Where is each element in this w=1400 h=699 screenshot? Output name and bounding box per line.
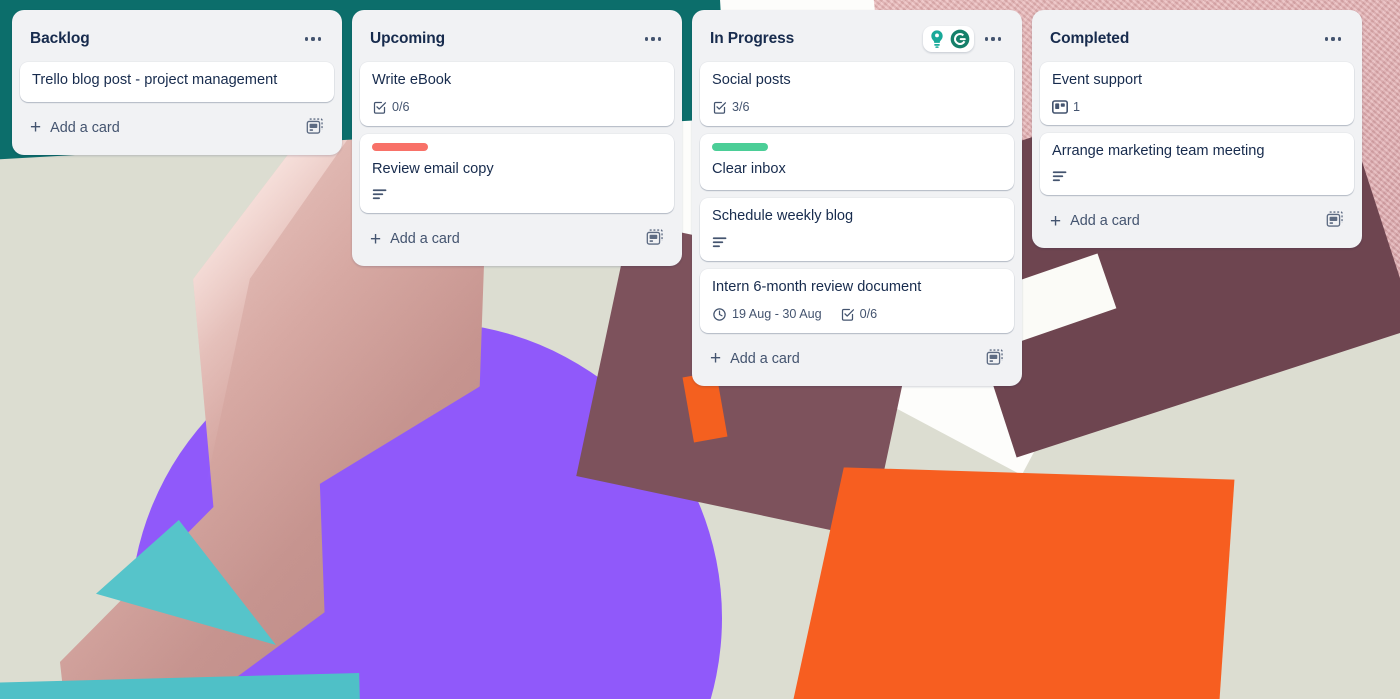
badge-text: 19 Aug - 30 Aug: [732, 307, 822, 322]
card-badges: 1: [1052, 100, 1342, 114]
badge-text: 3/6: [732, 100, 750, 115]
list-header: Completed: [1040, 18, 1354, 62]
badge-checklist: 0/6: [840, 307, 878, 322]
card-list: Write eBook 0/6 Review email copy: [360, 62, 674, 214]
card-template-icon[interactable]: [306, 117, 324, 139]
board-icon: [1052, 99, 1068, 114]
add-card-button[interactable]: + Add a card: [20, 106, 334, 147]
add-card-button[interactable]: + Add a card: [360, 217, 674, 258]
card[interactable]: Trello blog post - project management: [20, 62, 334, 102]
card-template-icon[interactable]: [986, 348, 1004, 370]
description-icon: [712, 236, 728, 250]
checklist-icon: [840, 307, 855, 322]
plus-icon: +: [370, 228, 382, 250]
badge-description: [1052, 170, 1068, 184]
list-actions-menu-icon[interactable]: [640, 26, 666, 52]
grammarly-assistant-widget[interactable]: [923, 26, 974, 52]
card-template-icon[interactable]: [1326, 210, 1344, 232]
badge-text: 0/6: [392, 100, 410, 115]
list-actions-menu-icon[interactable]: [1320, 26, 1346, 52]
board-lists-container: Backlog Trello blog post - project manage…: [0, 0, 1400, 699]
card-title: Review email copy: [372, 160, 494, 177]
card-title: Social posts: [712, 72, 791, 88]
checklist-icon: [372, 100, 387, 115]
card-label-green-label[interactable]: [712, 142, 768, 151]
list-header: Upcoming: [360, 18, 674, 62]
list-title[interactable]: Upcoming: [370, 30, 634, 48]
card[interactable]: Event support 1: [1040, 62, 1354, 125]
plus-icon: +: [1050, 210, 1062, 232]
list-title[interactable]: Backlog: [30, 30, 294, 48]
add-card-label: Add a card: [390, 231, 460, 248]
badge-checklist: 3/6: [712, 100, 750, 115]
add-card-button[interactable]: + Add a card: [700, 337, 1014, 378]
card[interactable]: Write eBook 0/6: [360, 62, 674, 126]
card[interactable]: Intern 6-month review document 19 Aug - …: [700, 269, 1014, 333]
list-title[interactable]: Completed: [1050, 30, 1314, 48]
badge-description: [372, 188, 388, 202]
badge-due-date: 19 Aug - 30 Aug: [712, 307, 822, 322]
grammarly-logo-icon[interactable]: [949, 28, 971, 50]
card-title: Clear inbox: [712, 160, 786, 177]
card-list: Trello blog post - project management: [20, 62, 334, 102]
card-title: Intern 6-month review document: [712, 279, 922, 296]
card-badges: 19 Aug - 30 Aug 0/6: [712, 307, 1002, 322]
card-label-red-label[interactable]: [372, 142, 428, 151]
card-list: Social posts 3/6 Clear inbox Schedule week…: [700, 62, 1014, 333]
checklist-icon: [712, 100, 727, 115]
add-card-label: Add a card: [1070, 213, 1140, 230]
card-template-icon[interactable]: [646, 228, 664, 250]
card-title: Write eBook: [372, 72, 452, 88]
add-card-label: Add a card: [50, 119, 120, 136]
card[interactable]: Schedule weekly blog: [700, 198, 1014, 262]
badge-description: [712, 236, 728, 250]
clock-icon: [712, 307, 727, 322]
card-title: Schedule weekly blog: [712, 208, 854, 225]
plus-icon: +: [30, 117, 42, 139]
list-header: Backlog: [20, 18, 334, 62]
add-card-button[interactable]: + Add a card: [1040, 199, 1354, 240]
card-badges: [372, 188, 662, 202]
badge-board-count: 1: [1052, 100, 1080, 114]
card-badges: 3/6: [712, 100, 1002, 115]
list-backlog: Backlog Trello blog post - project manage…: [12, 10, 342, 155]
card[interactable]: Arrange marketing team meeting: [1040, 132, 1354, 196]
list-title[interactable]: In Progress: [710, 30, 917, 48]
card-badges: [1052, 170, 1342, 184]
card[interactable]: Review email copy: [360, 133, 674, 214]
card-badges: [712, 236, 1002, 250]
card-badges: 0/6: [372, 100, 662, 115]
card-title: Arrange marketing team meeting: [1052, 142, 1265, 159]
plus-icon: +: [710, 348, 722, 370]
card-title: Trello blog post - project management: [32, 72, 278, 88]
list-completed: Completed Event support 1 Arrange marketin…: [1032, 10, 1362, 249]
lightbulb-icon[interactable]: [926, 28, 948, 50]
description-icon: [372, 188, 388, 202]
list-actions-menu-icon[interactable]: [980, 26, 1006, 52]
list-in-progress: In Progress Social posts 3/6 Clear inbox S…: [692, 10, 1022, 386]
badge-checklist: 0/6: [372, 100, 410, 115]
description-icon: [1052, 170, 1068, 184]
card[interactable]: Clear inbox: [700, 133, 1014, 191]
add-card-label: Add a card: [730, 350, 800, 367]
list-actions-menu-icon[interactable]: [300, 26, 326, 52]
card-title: Event support: [1052, 72, 1143, 88]
badge-text: 1: [1073, 99, 1081, 114]
card[interactable]: Social posts 3/6: [700, 62, 1014, 126]
card-list: Event support 1 Arrange marketing team me…: [1040, 62, 1354, 196]
list-upcoming: Upcoming Write eBook 0/6 Review email copy…: [352, 10, 682, 267]
badge-text: 0/6: [859, 307, 878, 322]
list-header: In Progress: [700, 18, 1014, 62]
